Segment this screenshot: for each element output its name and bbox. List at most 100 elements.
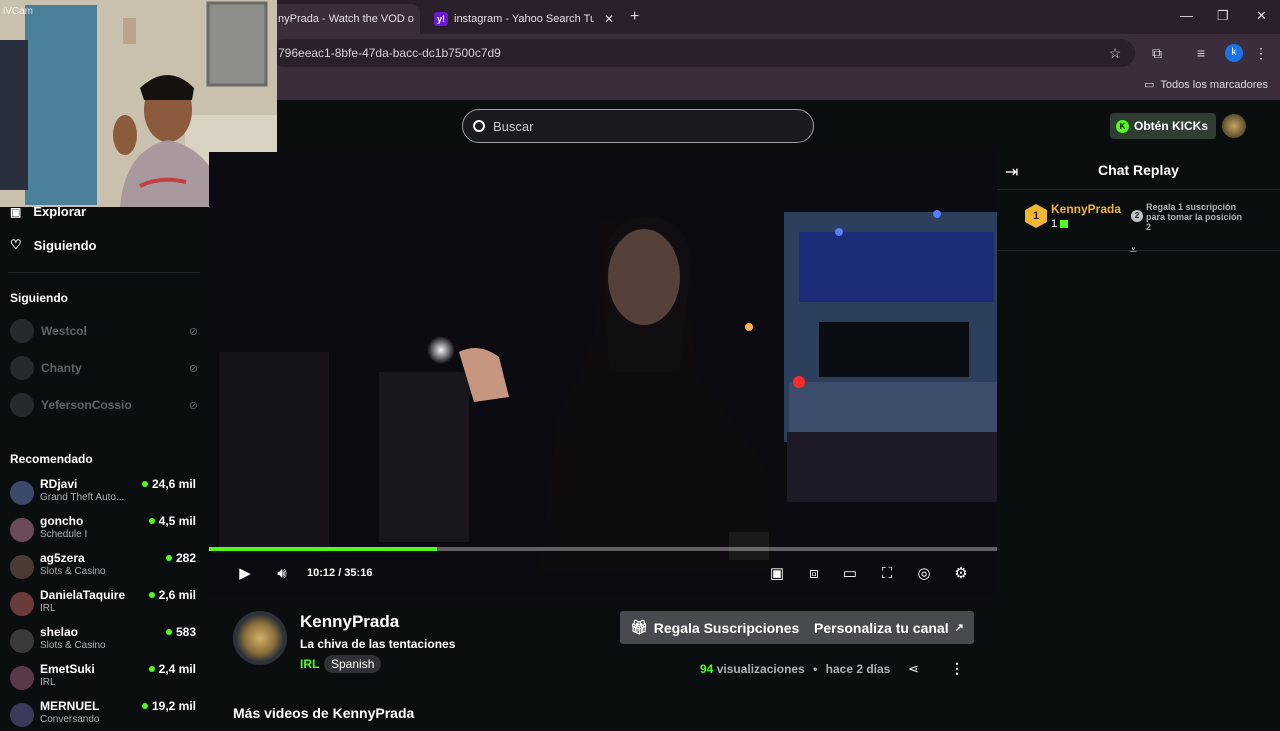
channel-category: IRL bbox=[40, 677, 56, 688]
channel-name: DanielaTaquire bbox=[40, 588, 126, 602]
expand-leaderboard-icon[interactable]: ⩡ bbox=[1130, 243, 1137, 258]
playback-speed-icon[interactable]: ◎ bbox=[914, 564, 934, 584]
following-channel[interactable]: Westcol ⊘ bbox=[10, 319, 198, 343]
external-link-icon: ↗ bbox=[954, 622, 964, 634]
more-options-icon[interactable]: ⋮ bbox=[950, 660, 964, 677]
channel-name: goncho bbox=[40, 514, 84, 528]
viewer-count-value: 4,5 mil bbox=[158, 514, 196, 528]
channel-name[interactable]: KennyPrada bbox=[300, 612, 399, 632]
extensions-icon[interactable]: ⧉ bbox=[1148, 44, 1166, 62]
media-control-icon[interactable]: ≡ bbox=[1192, 44, 1210, 62]
tab-yahoo-search[interactable]: y! instagram - Yahoo Search Tus r ✕ bbox=[426, 4, 622, 34]
url-field[interactable]: 796eeac1-8bfe-47da-bacc-dc1b7500c7d9 bbox=[270, 39, 1135, 67]
avatar bbox=[10, 592, 34, 616]
recommended-channel[interactable]: goncho Schedule I 4,5 mil bbox=[10, 514, 196, 546]
minimize-icon[interactable]: — bbox=[1180, 8, 1193, 23]
channel-category: Grand Theft Auto... bbox=[40, 492, 125, 503]
viewer-count-value: 583 bbox=[175, 625, 196, 639]
vod-stats: 94 visualizaciones • hace 2 días bbox=[700, 662, 890, 676]
sidebar-item-siguiendo[interactable]: ♡ Siguiendo bbox=[10, 237, 97, 253]
recommended-channel[interactable]: RDjavi Grand Theft Auto... 24,6 mil bbox=[10, 477, 196, 509]
fullscreen-icon[interactable]: ⛶ bbox=[877, 564, 897, 584]
timecode: 10:12 / 35:16 bbox=[307, 567, 373, 579]
folder-icon: ▭ bbox=[1143, 79, 1155, 91]
following-channel[interactable]: Chanty ⊘ bbox=[10, 356, 198, 380]
channel-name: Westcol bbox=[41, 324, 87, 338]
offline-icon: ⊘ bbox=[188, 362, 198, 375]
channel-category: Slots & Casino bbox=[40, 640, 106, 651]
url-text: 796eeac1-8bfe-47da-bacc-dc1b7500c7d9 bbox=[278, 46, 501, 60]
position-2-prompt: Regala 1 suscripción para tomar la posic… bbox=[1146, 202, 1243, 232]
recommended-channel[interactable]: MERNUEL Conversando 19,2 mil bbox=[10, 699, 196, 731]
chat-panel: ⇥ Chat Replay 1 KennyPrada 1 2 Regala 1 … bbox=[997, 152, 1280, 720]
bookmark-star-icon[interactable]: ☆ bbox=[1106, 44, 1124, 62]
customize-label: Personaliza tu canal bbox=[814, 619, 949, 636]
new-tab-button[interactable]: + bbox=[630, 8, 639, 26]
settings-gear-icon[interactable]: ⚙ bbox=[951, 564, 971, 584]
chat-title: Chat Replay bbox=[1098, 162, 1179, 178]
following-channel[interactable]: YefersonCossio ⊘ bbox=[10, 393, 198, 417]
customize-channel-button[interactable]: Personaliza tu canal ↗ bbox=[804, 611, 974, 644]
progress-bar[interactable] bbox=[209, 547, 997, 551]
recommended-channel[interactable]: ag5zera Slots & Casino 282 bbox=[10, 551, 196, 583]
all-bookmarks-folder[interactable]: ▭ Todos los marcadores bbox=[1143, 78, 1268, 92]
live-dot-icon bbox=[148, 592, 155, 598]
profile-avatar[interactable]: k bbox=[1225, 44, 1243, 62]
channel-name: EmetSuki bbox=[40, 662, 95, 676]
share-icon[interactable]: ⋖ bbox=[908, 661, 919, 677]
avatar bbox=[10, 703, 34, 727]
recommended-channel[interactable]: shelao Slots & Casino 583 bbox=[10, 625, 196, 657]
language-tag[interactable]: Spanish bbox=[324, 655, 382, 673]
avatar bbox=[10, 356, 34, 380]
more-videos-heading: Más videos de KennyPrada bbox=[233, 705, 415, 721]
close-tab-icon[interactable]: ✕ bbox=[414, 12, 421, 26]
avatar bbox=[10, 629, 34, 653]
leader-name: KennyPrada bbox=[1051, 202, 1122, 216]
viewer-count: 282 bbox=[165, 551, 196, 565]
recommended-channel[interactable]: DanielaTaquire IRL 2,6 mil bbox=[10, 588, 196, 620]
channel-name: Chanty bbox=[41, 361, 82, 375]
theater-mode-icon[interactable]: ▭ bbox=[840, 564, 860, 584]
clip-icon[interactable]: ⧈ bbox=[804, 564, 824, 584]
get-kicks-label: Obtén KICKs bbox=[1134, 119, 1209, 133]
video-player[interactable]: ▶ 🔊︎ 10:12 / 35:16 ▣ ⧈ ▭ ⛶ ◎ ⚙ bbox=[209, 152, 997, 594]
player-controls: ▶ 🔊︎ 10:12 / 35:16 ▣ ⧈ ▭ ⛶ ◎ ⚙ bbox=[209, 558, 997, 592]
recommended-channel[interactable]: EmetSuki IRL 2,4 mil bbox=[10, 662, 196, 694]
category-link[interactable]: IRL bbox=[300, 657, 319, 671]
vod-age: hace 2 días bbox=[825, 662, 891, 676]
get-kicks-button[interactable]: K Obtén KICKs bbox=[1110, 113, 1217, 139]
restore-icon[interactable]: ❐ bbox=[1217, 8, 1229, 24]
offline-icon: ⊘ bbox=[188, 325, 198, 338]
close-window-icon[interactable]: ✕ bbox=[1256, 8, 1267, 24]
channel-name: ag5zera bbox=[40, 551, 85, 565]
live-dot-icon bbox=[141, 481, 148, 487]
live-dot-icon bbox=[148, 518, 155, 524]
viewer-count-value: 282 bbox=[175, 551, 196, 565]
tab-kick-vod[interactable]: nyPrada - Watch the VOD o ✕ bbox=[270, 4, 420, 34]
avatar bbox=[10, 481, 34, 505]
viewer-count: 19,2 mil bbox=[141, 699, 196, 713]
volume-icon[interactable]: 🔊︎ bbox=[272, 564, 292, 584]
tab-title: instagram - Yahoo Search Tus r bbox=[454, 13, 594, 25]
play-icon[interactable]: ▶ bbox=[235, 564, 255, 584]
divider bbox=[997, 250, 1280, 251]
search-input[interactable]: Buscar bbox=[462, 109, 814, 143]
browser-menu-icon[interactable]: ⋮ bbox=[1252, 44, 1270, 62]
all-bookmarks-label: Todos los marcadores bbox=[1160, 78, 1268, 91]
rank-badge: 1 bbox=[1025, 204, 1047, 228]
channel-name: shelao bbox=[40, 625, 79, 639]
video-frame bbox=[209, 152, 997, 594]
close-tab-icon[interactable]: ✕ bbox=[598, 12, 614, 26]
channel-avatar[interactable] bbox=[233, 611, 287, 665]
live-dot-icon bbox=[148, 666, 155, 672]
leader-count: 1 bbox=[1051, 218, 1069, 230]
search-icon bbox=[473, 120, 485, 132]
heart-icon: ♡ bbox=[10, 237, 22, 252]
channel-name: YefersonCossio bbox=[41, 398, 132, 412]
channel-category: Schedule I bbox=[40, 529, 88, 540]
following-section-title: Siguiendo bbox=[10, 291, 68, 305]
picture-in-picture-icon[interactable]: ▣ bbox=[767, 564, 787, 584]
gift-subs-button[interactable]: 🎁︎ Regala Suscripciones bbox=[620, 611, 810, 644]
user-avatar[interactable] bbox=[1222, 114, 1246, 138]
viewer-count-value: 19,2 mil bbox=[151, 699, 196, 713]
